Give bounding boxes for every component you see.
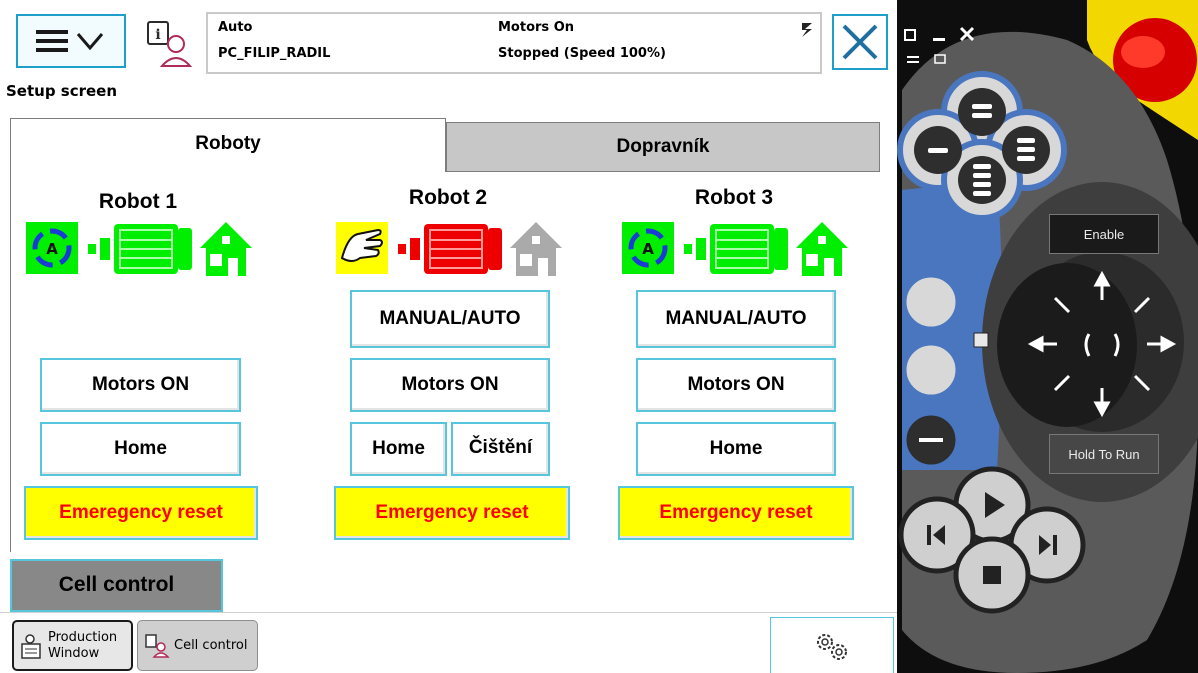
joystick[interactable]: [997, 262, 1198, 432]
home-status-icon: [796, 222, 848, 276]
robot-2-home-label: Home: [372, 438, 425, 459]
robot-2-emergency-reset-button[interactable]: Emergency reset: [334, 486, 570, 540]
production-window-label-2: Window: [48, 646, 100, 661]
home-status-icon: [510, 222, 562, 276]
hold-to-run-button[interactable]: Hold To Run: [1049, 434, 1159, 474]
robot-2-motors-on-label: Motors ON: [401, 374, 499, 395]
production-window-task[interactable]: Production Window: [12, 620, 133, 671]
minimize-window-icon[interactable]: [929, 24, 949, 44]
tab-roboty[interactable]: Roboty: [10, 118, 446, 173]
run-state: Stopped (Speed 100%): [498, 46, 666, 61]
quickset-button[interactable]: [770, 617, 894, 673]
virtual-pendant: Enable Hold To Run: [897, 0, 1198, 673]
robot-1-status-icons: A: [26, 222, 252, 276]
robot-1-motors-on-button[interactable]: Motors ON: [40, 358, 241, 412]
robot-1-motors-on-label: Motors ON: [91, 374, 190, 395]
robot-3-motors-on-label: Motors ON: [687, 374, 785, 395]
controller-name: PC_FILIP_RADIL: [218, 46, 331, 61]
home-status-icon: [200, 222, 252, 276]
main-menu-button[interactable]: [16, 14, 126, 68]
cell-control-task[interactable]: Cell control: [137, 620, 258, 671]
cell-control-task-label: Cell control: [174, 638, 248, 653]
robot-3-home-label: Home: [709, 438, 763, 459]
robot-1-title: Robot 1: [98, 190, 178, 213]
robot-2-home-button[interactable]: Home: [350, 422, 447, 476]
svg-text:A: A: [46, 240, 58, 258]
robot-2-cleaning-button[interactable]: Čištění: [451, 422, 550, 476]
robot-2-cleaning-label: Čištění: [468, 437, 533, 458]
robot-3-status-icons: A: [622, 222, 848, 276]
close-pendant-icon[interactable]: [957, 24, 977, 44]
robot-task-icon: [802, 23, 812, 37]
robot-2-manual-auto-button[interactable]: MANUAL/AUTO: [350, 290, 550, 348]
robot-2-manual-auto-label: MANUAL/AUTO: [379, 308, 521, 329]
screen-title: Setup screen: [6, 82, 118, 100]
increment-button[interactable]: [905, 328, 957, 380]
operating-mode: Auto: [218, 20, 253, 35]
event-log-icon[interactable]: i: [143, 18, 195, 70]
motor-status-icon: [88, 224, 192, 274]
auto-mode-icon: A: [622, 222, 674, 274]
robot-3-manual-auto-label: MANUAL/AUTO: [665, 308, 807, 329]
restore-window-icon[interactable]: [901, 24, 921, 44]
stop-icon[interactable]: [956, 539, 1028, 611]
close-icon: [842, 24, 878, 60]
tab-dopravnik[interactable]: Dopravník: [446, 122, 880, 172]
gears-icon: [817, 634, 847, 660]
robot-2-emergency-label: Emergency reset: [375, 502, 529, 523]
enable-label: Enable: [1083, 227, 1125, 242]
robot-2-title: Robot 2: [408, 186, 488, 209]
robot-2-motors-on-button[interactable]: Motors ON: [350, 358, 550, 412]
motion-mode-button[interactable]: [905, 260, 957, 312]
production-window-label-1: Production: [48, 630, 118, 645]
cell-control-task-icon: [145, 634, 170, 658]
production-window-icon: [21, 634, 41, 659]
taskbar-divider: [0, 612, 897, 613]
manual-hand-icon: [336, 222, 388, 274]
robot-1-home-button[interactable]: Home: [40, 422, 241, 476]
auto-mode-icon: A: [26, 222, 78, 274]
robot-2-status-icons: [336, 222, 562, 276]
robot-3-emergency-reset-button[interactable]: Emergency reset: [618, 486, 854, 540]
robot-1-emergency-label: Emeregency reset: [59, 502, 223, 523]
motor-status-icon: [398, 224, 502, 274]
cell-control-button[interactable]: Cell control: [10, 559, 223, 612]
flexpendant-screen: i Auto PC_FILIP_RADIL Motors On Stopped …: [0, 0, 897, 673]
hamburger-menu-icon: [36, 30, 104, 52]
svg-text:A: A: [642, 240, 654, 258]
motors-state: Motors On: [498, 20, 574, 35]
close-button[interactable]: [832, 14, 888, 70]
robot-3-title: Robot 3: [694, 186, 774, 209]
robot-3-manual-auto-button[interactable]: MANUAL/AUTO: [636, 290, 836, 348]
robot-3-emergency-label: Emergency reset: [659, 502, 813, 523]
status-bar[interactable]: Auto PC_FILIP_RADIL Motors On Stopped (S…: [206, 12, 822, 74]
motor-status-icon: [684, 224, 788, 274]
robot-3-motors-on-button[interactable]: Motors ON: [636, 358, 836, 412]
svg-text:i: i: [155, 27, 160, 43]
robot-3-home-button[interactable]: Home: [636, 422, 836, 476]
hold-to-run-label: Hold To Run: [1068, 447, 1140, 462]
robot-1-emergency-reset-button[interactable]: Emeregency reset: [24, 486, 258, 540]
enable-button[interactable]: Enable: [1049, 214, 1159, 254]
robot-1-home-label: Home: [114, 438, 167, 459]
